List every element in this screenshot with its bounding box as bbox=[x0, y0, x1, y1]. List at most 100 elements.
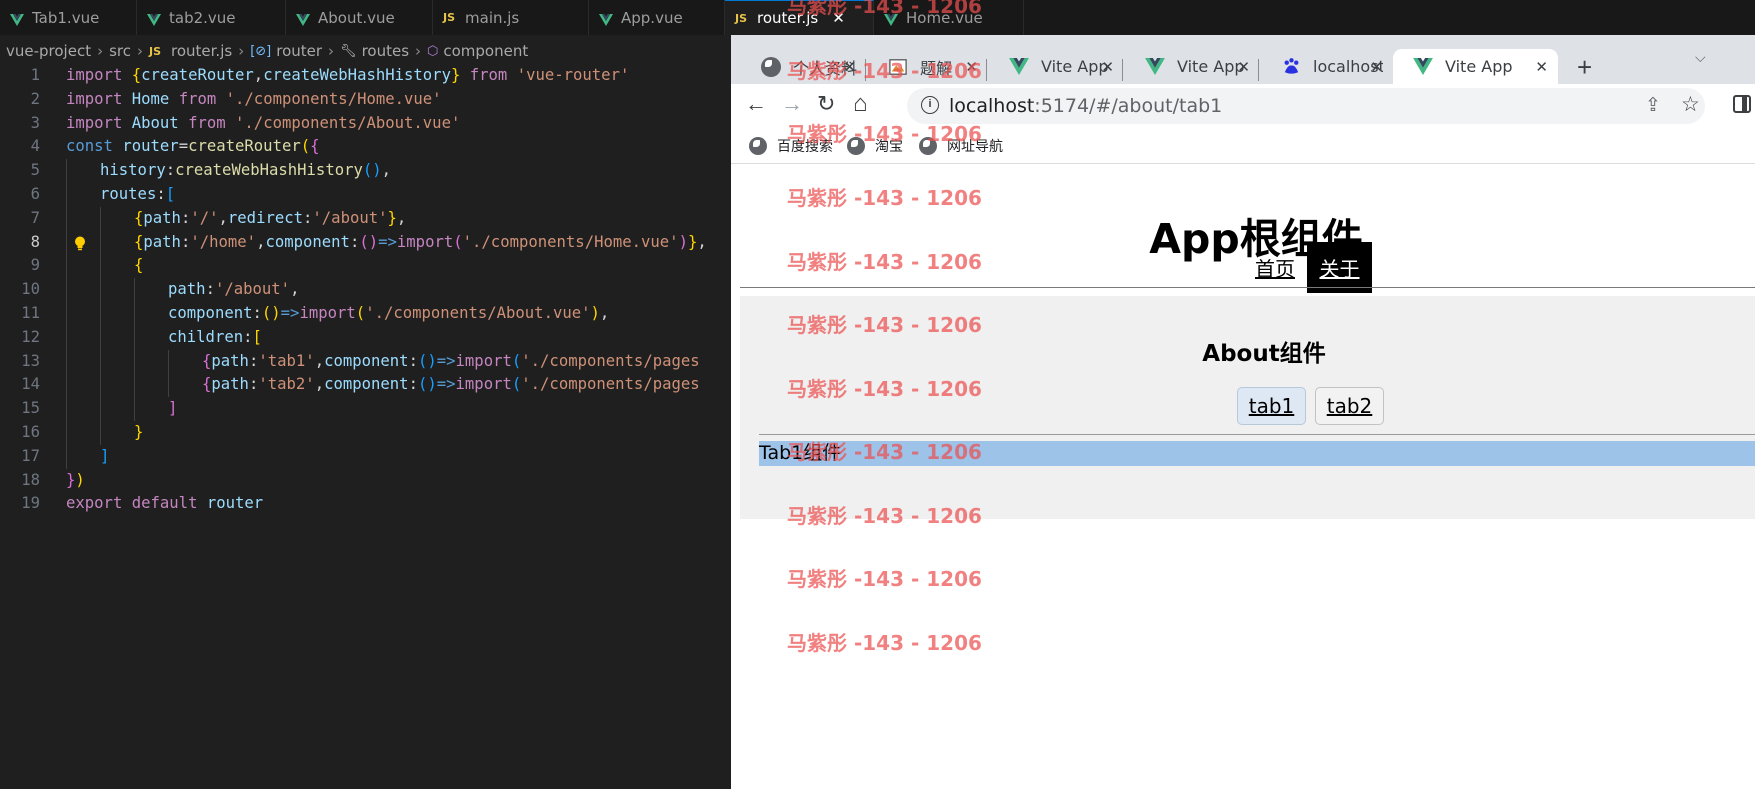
code-line[interactable]: 12 children:[ bbox=[0, 325, 731, 350]
subtab-link-tab1[interactable]: tab1 bbox=[1237, 387, 1306, 425]
line-number: 7 bbox=[30, 208, 40, 227]
code-text: {path:'tab1',component:()=>import('./com… bbox=[202, 350, 700, 374]
code-token: path bbox=[211, 351, 249, 370]
code-token: { bbox=[202, 375, 212, 394]
address-bar[interactable]: i localhost:5174/#/about/tab1 ⇪ ☆ bbox=[907, 88, 1705, 124]
breadcrumb-file[interactable]: router.js bbox=[171, 42, 232, 60]
vue-file-icon bbox=[599, 12, 613, 26]
code-line[interactable]: 8 {path:'/home',component:()=>import('./c… bbox=[0, 230, 731, 255]
bookmark-item[interactable]: 网址导航 bbox=[919, 136, 1003, 156]
lightbulb-icon[interactable] bbox=[74, 235, 86, 250]
code-text: import About from './components/About.vu… bbox=[66, 112, 460, 136]
reload-button[interactable]: ↻ bbox=[817, 92, 835, 116]
url-text[interactable]: localhost:5174/#/about/tab1 bbox=[949, 95, 1222, 117]
back-button[interactable]: ← bbox=[745, 92, 767, 116]
code-line[interactable]: 16} bbox=[0, 420, 731, 445]
browser-tab[interactable]: Vite App ✕ bbox=[1125, 49, 1260, 84]
nav-link-about[interactable]: 关于 bbox=[1307, 242, 1372, 293]
indent-guide bbox=[66, 182, 67, 207]
close-icon[interactable]: ✕ bbox=[1101, 58, 1114, 76]
editor-tab[interactable]: JS router.js ✕ bbox=[725, 0, 874, 35]
code-token: { bbox=[310, 137, 320, 156]
code-token: { bbox=[134, 256, 144, 275]
browser-tab[interactable]: 个人资料 ✕ bbox=[741, 49, 866, 84]
app-title: App根组件 bbox=[1149, 215, 1363, 263]
breadcrumb-folder[interactable]: src bbox=[109, 42, 131, 60]
code-text: { bbox=[134, 254, 143, 278]
editor-tab[interactable]: Tab1.vue bbox=[0, 0, 137, 35]
editor-tab[interactable]: App.vue bbox=[589, 0, 725, 35]
line-number: 5 bbox=[30, 161, 40, 180]
bookmark-item[interactable]: 淘宝 bbox=[847, 136, 903, 156]
code-line[interactable]: 14 {path:'tab2',component:()=>import('./c… bbox=[0, 373, 731, 398]
breadcrumb-symbol-routes[interactable]: routes bbox=[362, 42, 409, 60]
editor-tab[interactable]: Home.vue bbox=[874, 0, 1024, 35]
editor-tab[interactable]: About.vue bbox=[286, 0, 433, 35]
code-line[interactable]: 9{ bbox=[0, 254, 731, 279]
line-number: 13 bbox=[21, 351, 40, 370]
chevron-right-icon: › bbox=[328, 42, 335, 60]
code-token: createWebHashHistory bbox=[263, 66, 451, 84]
code-line[interactable]: 11 component:()=>import('./components/Abo… bbox=[0, 301, 731, 326]
close-icon[interactable]: ✕ bbox=[965, 58, 978, 76]
close-icon[interactable]: ✕ bbox=[1370, 58, 1383, 76]
subtab-link-tab2[interactable]: tab2 bbox=[1315, 387, 1384, 425]
code-line[interactable]: 7 {path:'/',redirect:'/about'}, bbox=[0, 206, 731, 231]
code-line[interactable]: 15] bbox=[0, 397, 731, 421]
code-line[interactable]: 5 history:createWebHashHistory(), bbox=[0, 159, 731, 183]
code-line[interactable]: 10 path:'/about', bbox=[0, 278, 731, 302]
code-text: history:createWebHashHistory(), bbox=[100, 159, 391, 183]
editor-tab[interactable]: JS main.js bbox=[433, 0, 589, 35]
code-area[interactable]: 1 import {createRouter,createWebHashHisto… bbox=[0, 64, 731, 516]
nav-link-home[interactable]: 首页 bbox=[1255, 253, 1295, 282]
code-token: ] bbox=[100, 446, 110, 465]
code-line[interactable]: 18}) bbox=[0, 469, 731, 493]
browser-tab[interactable]: localhost ✕ bbox=[1261, 49, 1393, 84]
close-icon[interactable]: ✕ bbox=[1535, 58, 1548, 76]
browser-tab[interactable]: Vite App ✕ bbox=[1393, 49, 1558, 84]
code-text: {path:'tab2',component:()=>import('./com… bbox=[202, 373, 700, 397]
close-icon[interactable]: ✕ bbox=[843, 58, 856, 76]
code-token: children bbox=[168, 327, 244, 346]
bookmark-item[interactable]: 百度搜索 bbox=[749, 136, 833, 156]
code-token: () bbox=[261, 303, 281, 322]
tab-search-chevron-icon[interactable]: ⌵ bbox=[1695, 49, 1706, 66]
share-icon[interactable]: ⇪ bbox=[1645, 94, 1661, 117]
bookmark-star-icon[interactable]: ☆ bbox=[1681, 92, 1700, 117]
editor-tab[interactable]: tab2.vue bbox=[137, 0, 286, 35]
code-token: , bbox=[697, 232, 707, 251]
code-text: }) bbox=[66, 469, 85, 493]
code-line[interactable]: 17] bbox=[0, 444, 731, 469]
home-button[interactable]: ⌂ bbox=[853, 92, 868, 116]
code-token: ] bbox=[168, 399, 178, 418]
indent-guide bbox=[66, 159, 67, 183]
code-line[interactable]: 1 import {createRouter,createWebHashHisto… bbox=[0, 64, 731, 88]
app-nav: 首页 关于 bbox=[1255, 242, 1372, 293]
new-tab-button[interactable]: + bbox=[1577, 54, 1592, 80]
code-line[interactable]: 3 import About from './components/About.v… bbox=[0, 112, 731, 136]
side-panel-icon[interactable] bbox=[1733, 95, 1751, 113]
breadcrumb-symbol-component[interactable]: component bbox=[443, 42, 528, 60]
code-token: { bbox=[134, 232, 144, 251]
code-line[interactable]: 6 routes:[ bbox=[0, 182, 731, 207]
breadcrumb-project[interactable]: vue-project bbox=[6, 42, 91, 60]
browser-tab[interactable]: 题解 ✕ bbox=[868, 49, 988, 84]
browser-tab[interactable]: Vite App ✕ bbox=[989, 49, 1124, 84]
site-info-icon[interactable]: i bbox=[921, 96, 939, 114]
code-token: => bbox=[378, 232, 397, 251]
close-icon[interactable]: ✕ bbox=[1237, 58, 1250, 76]
indent-guide bbox=[66, 278, 67, 302]
code-line[interactable]: 2 import Home from './components/Home.vue… bbox=[0, 88, 731, 112]
code-token: router bbox=[206, 494, 264, 513]
close-icon[interactable]: ✕ bbox=[832, 9, 845, 27]
code-line[interactable]: 19 export default router bbox=[0, 492, 731, 516]
indent-guide bbox=[66, 206, 67, 231]
code-line[interactable]: 13 {path:'tab1',component:()=>import('./c… bbox=[0, 349, 731, 374]
forward-button[interactable]: → bbox=[781, 92, 803, 116]
code-token: '/about' bbox=[312, 208, 388, 227]
breadcrumb-symbol-router[interactable]: router bbox=[276, 42, 322, 60]
code-line[interactable]: 4 const router=createRouter({ bbox=[0, 135, 731, 159]
